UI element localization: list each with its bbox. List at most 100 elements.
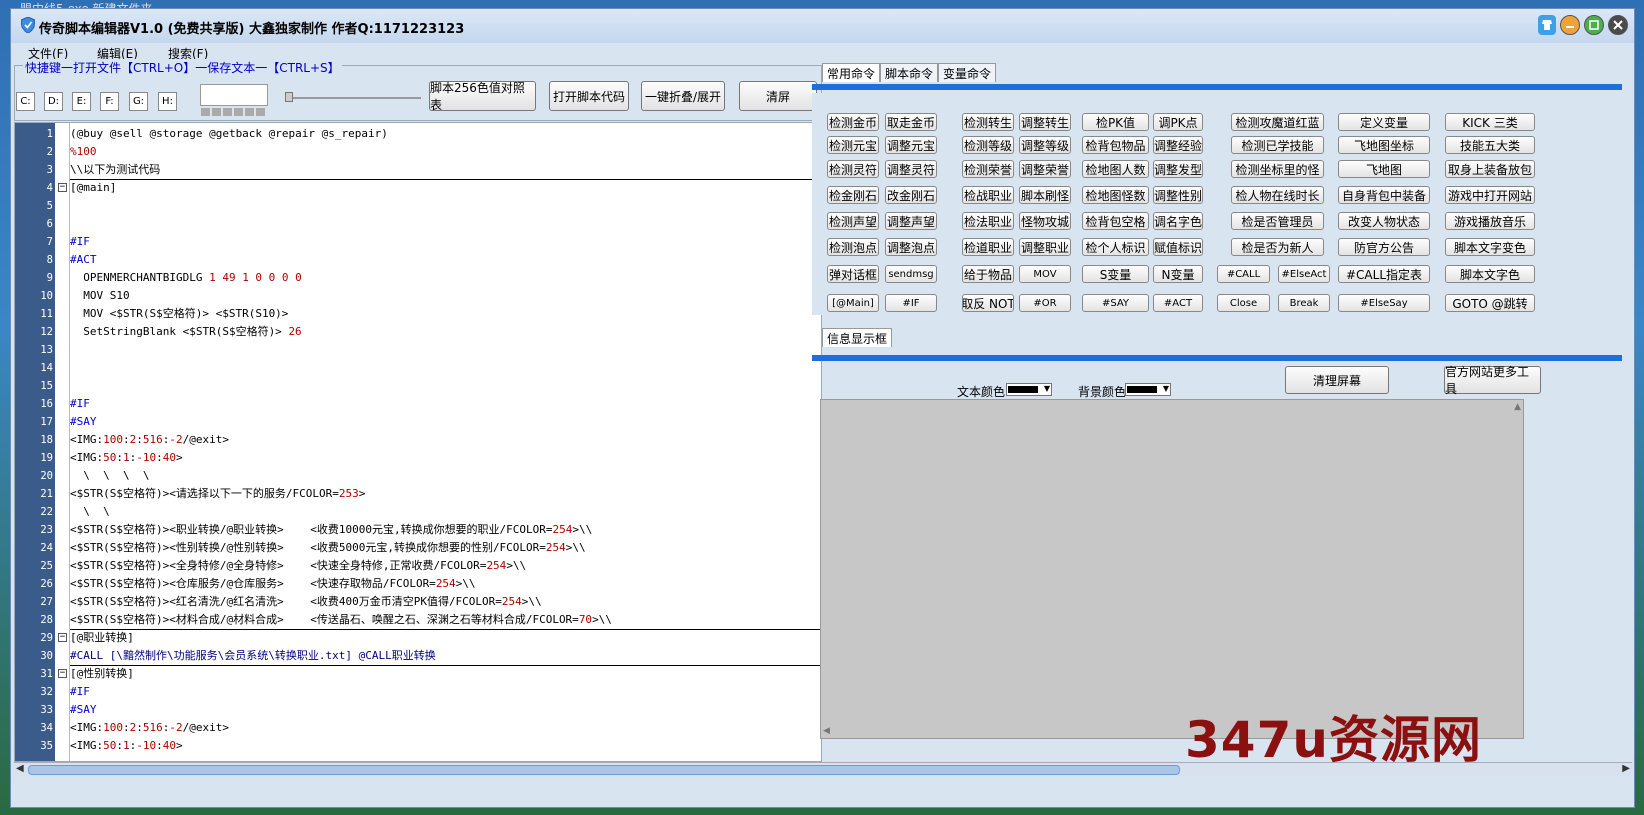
- scroll-left-icon[interactable]: ◀: [823, 726, 830, 736]
- scroll-up-icon[interactable]: ▲: [1514, 402, 1521, 412]
- skin-icon[interactable]: [1538, 15, 1556, 35]
- fold-toggle-icon[interactable]: −: [58, 633, 67, 642]
- code-line[interactable]: 7 #IF: [15, 233, 821, 251]
- command-button[interactable]: 检人物在线时长: [1231, 186, 1324, 204]
- command-button[interactable]: 检测金币: [827, 113, 879, 131]
- code-line[interactable]: 35 <IMG:50:1:-10:40>: [15, 737, 821, 755]
- code-line[interactable]: 10 MOV S10: [15, 287, 821, 305]
- tab-script-commands[interactable]: 脚本命令: [880, 63, 939, 82]
- code-line[interactable]: 11 MOV <$STR(S$空格符)> <$STR(S10)>: [15, 305, 821, 323]
- fold-toggle-icon[interactable]: −: [58, 183, 67, 192]
- command-button[interactable]: 检金刚石: [827, 186, 879, 204]
- minimize-button[interactable]: [1560, 15, 1580, 35]
- code-line[interactable]: 31− [@性别转换]: [15, 665, 821, 683]
- command-button[interactable]: 改金刚石: [885, 186, 937, 204]
- command-button[interactable]: 给于物品: [962, 265, 1014, 283]
- command-button[interactable]: 调PK点: [1153, 113, 1203, 131]
- command-button[interactable]: 检测元宝: [827, 136, 879, 154]
- code-line[interactable]: 30 #CALL [\黯然制作\功能服务\会员系统\转换职业.txt] @CALL…: [15, 647, 821, 665]
- code-line[interactable]: 29− [@职业转换]: [15, 629, 821, 647]
- command-button[interactable]: 取身上装备放包: [1445, 160, 1535, 178]
- scroll-left-icon[interactable]: ◀: [16, 763, 24, 774]
- command-button[interactable]: 检测坐标里的怪: [1231, 160, 1324, 178]
- command-button[interactable]: #CALL: [1217, 265, 1270, 283]
- tab-common-commands[interactable]: 常用命令: [822, 63, 881, 82]
- command-button[interactable]: 脚本文字变色: [1445, 238, 1535, 256]
- command-button[interactable]: 脚本刷怪: [1019, 186, 1071, 204]
- command-button[interactable]: 检战职业: [962, 186, 1014, 204]
- code-line[interactable]: 3 \\以下为测试代码: [15, 161, 821, 179]
- color-table-button[interactable]: 脚本256色值对照表: [429, 81, 536, 112]
- command-button[interactable]: 技能五大类: [1445, 136, 1535, 154]
- code-line[interactable]: 32 #IF: [15, 683, 821, 701]
- open-script-button[interactable]: 打开脚本代码: [549, 81, 629, 111]
- command-button[interactable]: 调整泡点: [885, 238, 937, 256]
- clear-screen-button[interactable]: 清屏: [739, 81, 817, 111]
- command-button[interactable]: 定义变量: [1338, 113, 1430, 131]
- tab-variable-commands[interactable]: 变量命令: [938, 63, 997, 82]
- title-bar[interactable]: 传奇脚本编辑器V1.0 (免费共享版) 大鑫独家制作 作者Q:117122312…: [11, 9, 1634, 43]
- command-button[interactable]: 调整灵符: [885, 160, 937, 178]
- command-button[interactable]: 检测转生: [962, 113, 1014, 131]
- command-button[interactable]: #ACT: [1153, 294, 1203, 312]
- command-button[interactable]: #CALL指定表: [1338, 265, 1430, 283]
- command-button[interactable]: #OR: [1019, 294, 1071, 312]
- code-line[interactable]: 5: [15, 197, 821, 215]
- code-line[interactable]: 19 <IMG:50:1:-10:40>: [15, 449, 821, 467]
- code-line[interactable]: 18 <IMG:100:2:516:-2/@exit>: [15, 431, 821, 449]
- clear-info-button[interactable]: 清理屏幕: [1285, 366, 1389, 394]
- command-button[interactable]: 弹对话框: [827, 265, 879, 283]
- text-color-select[interactable]: ▼: [1006, 383, 1052, 396]
- code-line[interactable]: 13: [15, 341, 821, 359]
- code-line[interactable]: 28 <$STR(S$空格符)><材料合成/@材料合成> <传送晶石、唤醒之石、深…: [15, 611, 821, 629]
- command-button[interactable]: GOTO @跳转: [1445, 294, 1535, 312]
- code-line[interactable]: 17 #SAY: [15, 413, 821, 431]
- maximize-button[interactable]: [1584, 15, 1604, 35]
- command-button[interactable]: MOV: [1019, 265, 1071, 283]
- code-line[interactable]: 14: [15, 359, 821, 377]
- drive-c-button[interactable]: C:: [16, 92, 35, 111]
- drive-e-button[interactable]: E:: [72, 92, 91, 111]
- code-line[interactable]: 1 (@buy @sell @storage @getback @repair @…: [15, 125, 821, 143]
- command-button[interactable]: 游戏播放音乐: [1445, 212, 1535, 230]
- code-line[interactable]: 24 <$STR(S$空格符)><性别转换/@性别转换> <收费5000元宝,转换…: [15, 539, 821, 557]
- code-line[interactable]: 6: [15, 215, 821, 233]
- code-line[interactable]: 25 <$STR(S$空格符)><全身特修/@全身特修> <快速全身特修,正常收费…: [15, 557, 821, 575]
- fold-expand-button[interactable]: 一键折叠/展开: [641, 81, 725, 111]
- code-line[interactable]: 34 <IMG:100:2:516:-2/@exit>: [15, 719, 821, 737]
- close-button[interactable]: [1608, 15, 1628, 35]
- drive-d-button[interactable]: D:: [44, 92, 63, 111]
- command-button[interactable]: 调名字色: [1153, 212, 1203, 230]
- code-line[interactable]: 12 SetStringBlank <$STR(S$空格符)> 26: [15, 323, 821, 341]
- code-line[interactable]: 15: [15, 377, 821, 395]
- command-button[interactable]: 检地图人数: [1082, 160, 1149, 178]
- code-line[interactable]: 9 OPENMERCHANTBIGDLG 1 49 1 0 0 0 0: [15, 269, 821, 287]
- command-button[interactable]: 脚本文字色: [1445, 265, 1535, 283]
- drive-f-button[interactable]: F:: [100, 92, 119, 111]
- code-line[interactable]: 33 #SAY: [15, 701, 821, 719]
- command-button[interactable]: 检个人标识: [1082, 238, 1149, 256]
- command-button[interactable]: sendmsg: [885, 265, 937, 283]
- command-button[interactable]: 调整转生: [1019, 113, 1071, 131]
- command-button[interactable]: Break: [1278, 294, 1330, 312]
- command-button[interactable]: 检地图怪数: [1082, 186, 1149, 204]
- command-button[interactable]: 调整性别: [1153, 186, 1203, 204]
- command-button[interactable]: 调整元宝: [885, 136, 937, 154]
- bg-color-select[interactable]: ▼: [1125, 383, 1171, 396]
- command-button[interactable]: 检是否管理员: [1231, 212, 1324, 230]
- command-button[interactable]: 检测等级: [962, 136, 1014, 154]
- code-line[interactable]: 16 #IF: [15, 395, 821, 413]
- command-button[interactable]: 检测荣誉: [962, 160, 1014, 178]
- drive-h-button[interactable]: H:: [158, 92, 177, 111]
- code-line[interactable]: 23 <$STR(S$空格符)><职业转换/@职业转换> <收费10000元宝,转…: [15, 521, 821, 539]
- code-line[interactable]: 22 \ \: [15, 503, 821, 521]
- command-button[interactable]: 调整发型: [1153, 160, 1203, 178]
- drive-g-button[interactable]: G:: [129, 92, 148, 111]
- command-button[interactable]: 取走金币: [885, 113, 937, 131]
- command-button[interactable]: 调整职业: [1019, 238, 1071, 256]
- slider-thumb[interactable]: [285, 92, 293, 102]
- scroll-thumb[interactable]: [28, 765, 1180, 775]
- command-button[interactable]: 调整荣誉: [1019, 160, 1071, 178]
- code-line[interactable]: 8 #ACT: [15, 251, 821, 269]
- command-button[interactable]: 取反 NOT: [962, 294, 1014, 312]
